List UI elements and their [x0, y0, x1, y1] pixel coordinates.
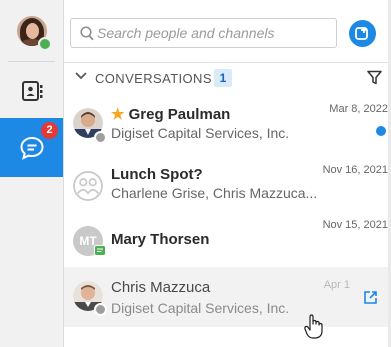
- open-external-icon[interactable]: [364, 291, 377, 304]
- unread-dot: [376, 126, 386, 136]
- presence-offline-indicator: [94, 131, 107, 144]
- conversation-subtitle: Digiset Capital Services, Inc.: [111, 125, 290, 141]
- conversations-section-header[interactable]: CONVERSATIONS 1: [64, 63, 388, 93]
- conversation-date: Apr 1: [323, 279, 350, 291]
- search-box[interactable]: [70, 18, 337, 48]
- favorite-star-icon[interactable]: ★: [111, 106, 124, 123]
- hand-cursor-icon: [304, 314, 323, 339]
- compose-icon: [355, 27, 368, 40]
- conversation-name: Chris Mazzuca: [111, 279, 211, 296]
- conversations-count: 1: [214, 69, 232, 87]
- conversation-name: Lunch Spot?: [111, 166, 203, 183]
- conversation-item[interactable]: Chris Mazzuca Digiset Capital Services, …: [64, 267, 388, 327]
- contacts-nav-button[interactable]: [0, 69, 63, 114]
- filter-icon[interactable]: [367, 70, 382, 85]
- top-bar: [64, 0, 388, 63]
- conversation-item[interactable]: Lunch Spot? Charlene Grise, Chris Mazzuc…: [64, 157, 388, 219]
- conversation-subtitle: Digiset Capital Services, Inc.: [111, 300, 290, 316]
- search-input[interactable]: [97, 23, 329, 43]
- unread-badge: 2: [41, 122, 58, 139]
- chat-icon: [20, 136, 44, 160]
- chevron-down-icon[interactable]: [75, 72, 87, 80]
- conversation-name: Greg Paulman: [128, 106, 231, 123]
- left-rail: 2: [0, 0, 64, 347]
- presence-offline-indicator: [94, 303, 107, 316]
- conversations-nav-button[interactable]: 2: [0, 118, 63, 177]
- conversation-item[interactable]: ★ Greg Paulman Digiset Capital Services,…: [64, 95, 388, 157]
- conversations-title: CONVERSATIONS: [95, 71, 212, 86]
- chat-status-icon: [94, 245, 106, 256]
- new-conversation-button[interactable]: [349, 20, 376, 47]
- contacts-icon: [22, 81, 43, 101]
- conversation-date: Mar 8, 2022: [329, 103, 388, 115]
- presence-online-indicator: [38, 37, 52, 51]
- search-icon: [80, 26, 94, 41]
- conversation-subtitle: Charlene Grise, Chris Mazzuca...: [111, 185, 318, 201]
- group-avatar: [73, 171, 103, 201]
- conversation-name: Mary Thorsen: [111, 231, 210, 248]
- rail-divider: [8, 61, 55, 62]
- conversation-date: Nov 16, 2021: [322, 164, 388, 176]
- app-window: 2 CONVERSATIONS 1: [0, 0, 388, 347]
- conversation-date: Nov 15, 2021: [322, 219, 388, 231]
- conversation-title-wrap: ★ Greg Paulman: [111, 105, 230, 123]
